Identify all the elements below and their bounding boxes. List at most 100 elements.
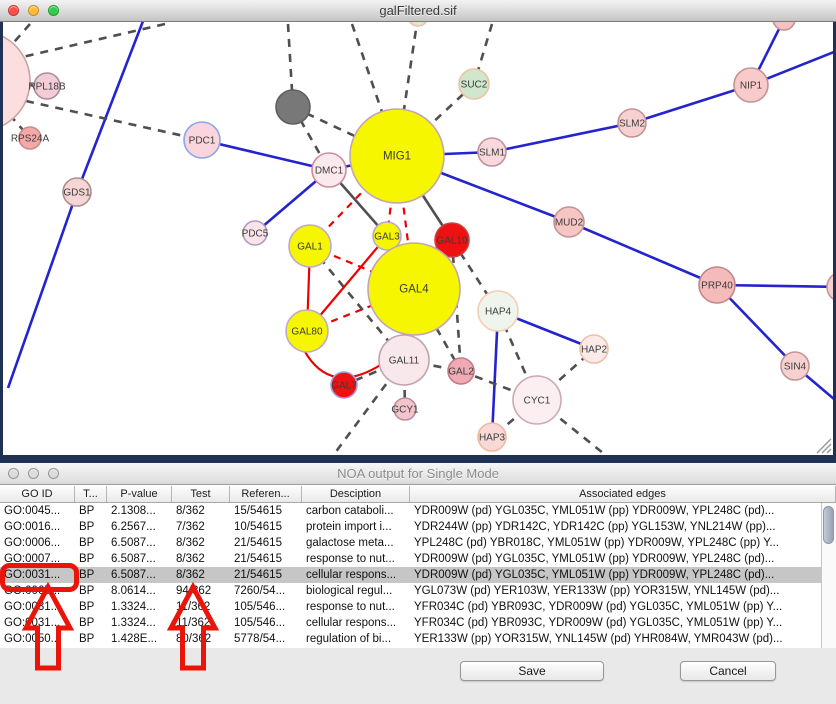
desktop: { "top_window": { "title": "galFiltered.… — [0, 0, 836, 704]
column-header[interactable]: Test — [172, 486, 230, 502]
zoom-button[interactable] — [48, 5, 59, 16]
table-cell: BP — [75, 503, 107, 519]
node-MSI[interactable]: MSI — [827, 272, 833, 302]
node-GAL11[interactable]: GAL11 — [379, 335, 429, 385]
column-header[interactable]: Desciption — [302, 486, 410, 502]
node-MUD2[interactable]: MUD2 — [554, 207, 584, 237]
node-GAL2[interactable]: GAL2 — [448, 358, 474, 384]
table-cell: protein import i... — [302, 519, 410, 535]
node-blob[interactable] — [3, 31, 30, 131]
node-DMC1[interactable]: DMC1 — [312, 153, 346, 187]
scrollbar[interactable] — [821, 503, 836, 648]
table-cell: GO:0065... — [0, 583, 75, 599]
table-cell: GO:0031... — [0, 567, 75, 583]
node-HAP2[interactable]: HAP2 — [580, 335, 608, 363]
node-label: GAL80 — [291, 327, 323, 338]
table-cell: response to nut... — [302, 551, 410, 567]
node-GAL4[interactable]: GAL4 — [368, 243, 460, 335]
zoom-button[interactable] — [48, 468, 59, 479]
node-SLM2[interactable]: SLM2 — [618, 109, 646, 137]
edge — [26, 101, 202, 140]
table-row[interactable]: GO:0065...BP8.0614...94/3627260/54...bio… — [0, 583, 821, 599]
column-header[interactable]: Referen... — [230, 486, 302, 502]
minimize-button[interactable] — [28, 5, 39, 16]
node-pnode2[interactable] — [408, 22, 428, 26]
resize-grip[interactable] — [813, 435, 833, 455]
table-cell: 8/362 — [172, 567, 230, 583]
table-cell: YER133W (pp) YOR315W, YNL145W (pd) YHR08… — [410, 631, 821, 647]
node-HAP4[interactable]: HAP4 — [478, 291, 518, 331]
table-row[interactable]: GO:0031...BP1.3324...11/362105/546...res… — [0, 599, 821, 615]
table-cell: YGL073W (pd) YER103W, YER133W (pp) YOR31… — [410, 583, 821, 599]
table-cell: response to nut... — [302, 599, 410, 615]
table-cell: 6.2567... — [107, 519, 172, 535]
column-header[interactable]: Associated edges — [410, 486, 836, 502]
column-header[interactable]: GO ID — [0, 486, 75, 502]
table-cell: 8/362 — [172, 551, 230, 567]
node-label: SLM1 — [479, 148, 506, 159]
node-NIP1[interactable]: NIP1 — [734, 68, 768, 102]
table-row[interactable]: GO:0050...BP1.428E...80/3625778/54...reg… — [0, 631, 821, 647]
node-HAP3[interactable]: HAP3 — [478, 423, 506, 451]
node-label: NIP1 — [740, 81, 763, 92]
close-button[interactable] — [8, 468, 19, 479]
table-cell: YFR034C (pd) YBR093C, YDR009W (pd) YGL03… — [410, 599, 821, 615]
table-cell: GO:0007... — [0, 551, 75, 567]
node-GCY1[interactable]: GCY1 — [391, 398, 419, 420]
edge — [492, 123, 632, 152]
node-label: SIN4 — [784, 362, 807, 373]
network-titlebar[interactable]: galFiltered.sif — [0, 0, 836, 22]
table-row[interactable]: GO:0006...BP6.5087...8/36221/54615galact… — [0, 535, 821, 551]
network-canvas[interactable]: RPL18B RPS24A GDS1 PDC1 MIG1 DMC1 SUC2 SLM1 SLM2… — [3, 22, 833, 455]
node-GAL7[interactable]: GAL7 — [331, 372, 357, 398]
table-cell: BP — [75, 535, 107, 551]
traffic-lights-inactive — [8, 468, 59, 479]
node-PDC1[interactable]: PDC1 — [184, 122, 220, 158]
node-RPL18B[interactable]: RPL18B — [28, 73, 66, 99]
table-cell: biological regul... — [302, 583, 410, 599]
cancel-button[interactable]: Cancel — [680, 661, 776, 681]
table-row[interactable]: GO:0031...BP1.3324...11/362105/546...cel… — [0, 615, 821, 631]
edge — [202, 140, 329, 170]
node-MIG1[interactable]: MIG1 — [350, 109, 444, 203]
column-header[interactable]: T... — [75, 486, 107, 502]
node-SUC2[interactable]: SUC2 — [459, 69, 489, 99]
table-cell: cellular respons... — [302, 615, 410, 631]
save-button[interactable]: Save — [460, 661, 604, 681]
table-cell: 6.5087... — [107, 551, 172, 567]
node-SIN4[interactable]: SIN4 — [781, 352, 809, 380]
table-cell: 94/362 — [172, 583, 230, 599]
table-cell: 105/546... — [230, 615, 302, 631]
table-cell: BP — [75, 599, 107, 615]
table-cell: GO:0050... — [0, 631, 75, 647]
table-row[interactable]: GO:0016...BP6.2567...7/36210/54615protei… — [0, 519, 821, 535]
node-CYC1[interactable]: CYC1 — [513, 376, 561, 424]
close-button[interactable] — [8, 5, 19, 16]
node-RPS24A[interactable]: RPS24A — [11, 127, 50, 149]
node-label: SLM2 — [619, 119, 646, 130]
node-label: MUD2 — [555, 218, 584, 229]
table-cell: 11/362 — [172, 599, 230, 615]
node-PRP40[interactable]: PRP40 — [699, 267, 735, 303]
node-GAL1[interactable]: GAL1 — [289, 225, 331, 267]
node-label: GAL1 — [297, 242, 323, 253]
node-GAL80[interactable]: GAL80 — [286, 310, 328, 352]
table-cell: BP — [75, 615, 107, 631]
node-SLM1[interactable]: SLM1 — [478, 138, 506, 166]
scrollbar-thumb[interactable] — [823, 506, 834, 544]
table-cell: 1.3324... — [107, 599, 172, 615]
noa-titlebar[interactable]: NOA output for Single Mode — [0, 463, 836, 485]
node-GDS1[interactable]: GDS1 — [63, 178, 91, 206]
table-cell: galactose meta... — [302, 535, 410, 551]
node-gray1[interactable] — [276, 90, 310, 124]
node-pnode1[interactable] — [773, 22, 795, 30]
minimize-button[interactable] — [28, 468, 39, 479]
node-label: DMC1 — [315, 166, 344, 177]
column-header[interactable]: P-value — [107, 486, 172, 502]
table-row[interactable]: GO:0031...BP6.5087...8/36221/54615cellul… — [0, 567, 821, 583]
table-cell: 80/362 — [172, 631, 230, 647]
table-row[interactable]: GO:0045...BP2.1308...8/36215/54615carbon… — [0, 503, 821, 519]
edge — [569, 222, 717, 285]
table-cell: cellular respons... — [302, 567, 410, 583]
table-row[interactable]: GO:0007...BP6.5087...8/36221/54615respon… — [0, 551, 821, 567]
